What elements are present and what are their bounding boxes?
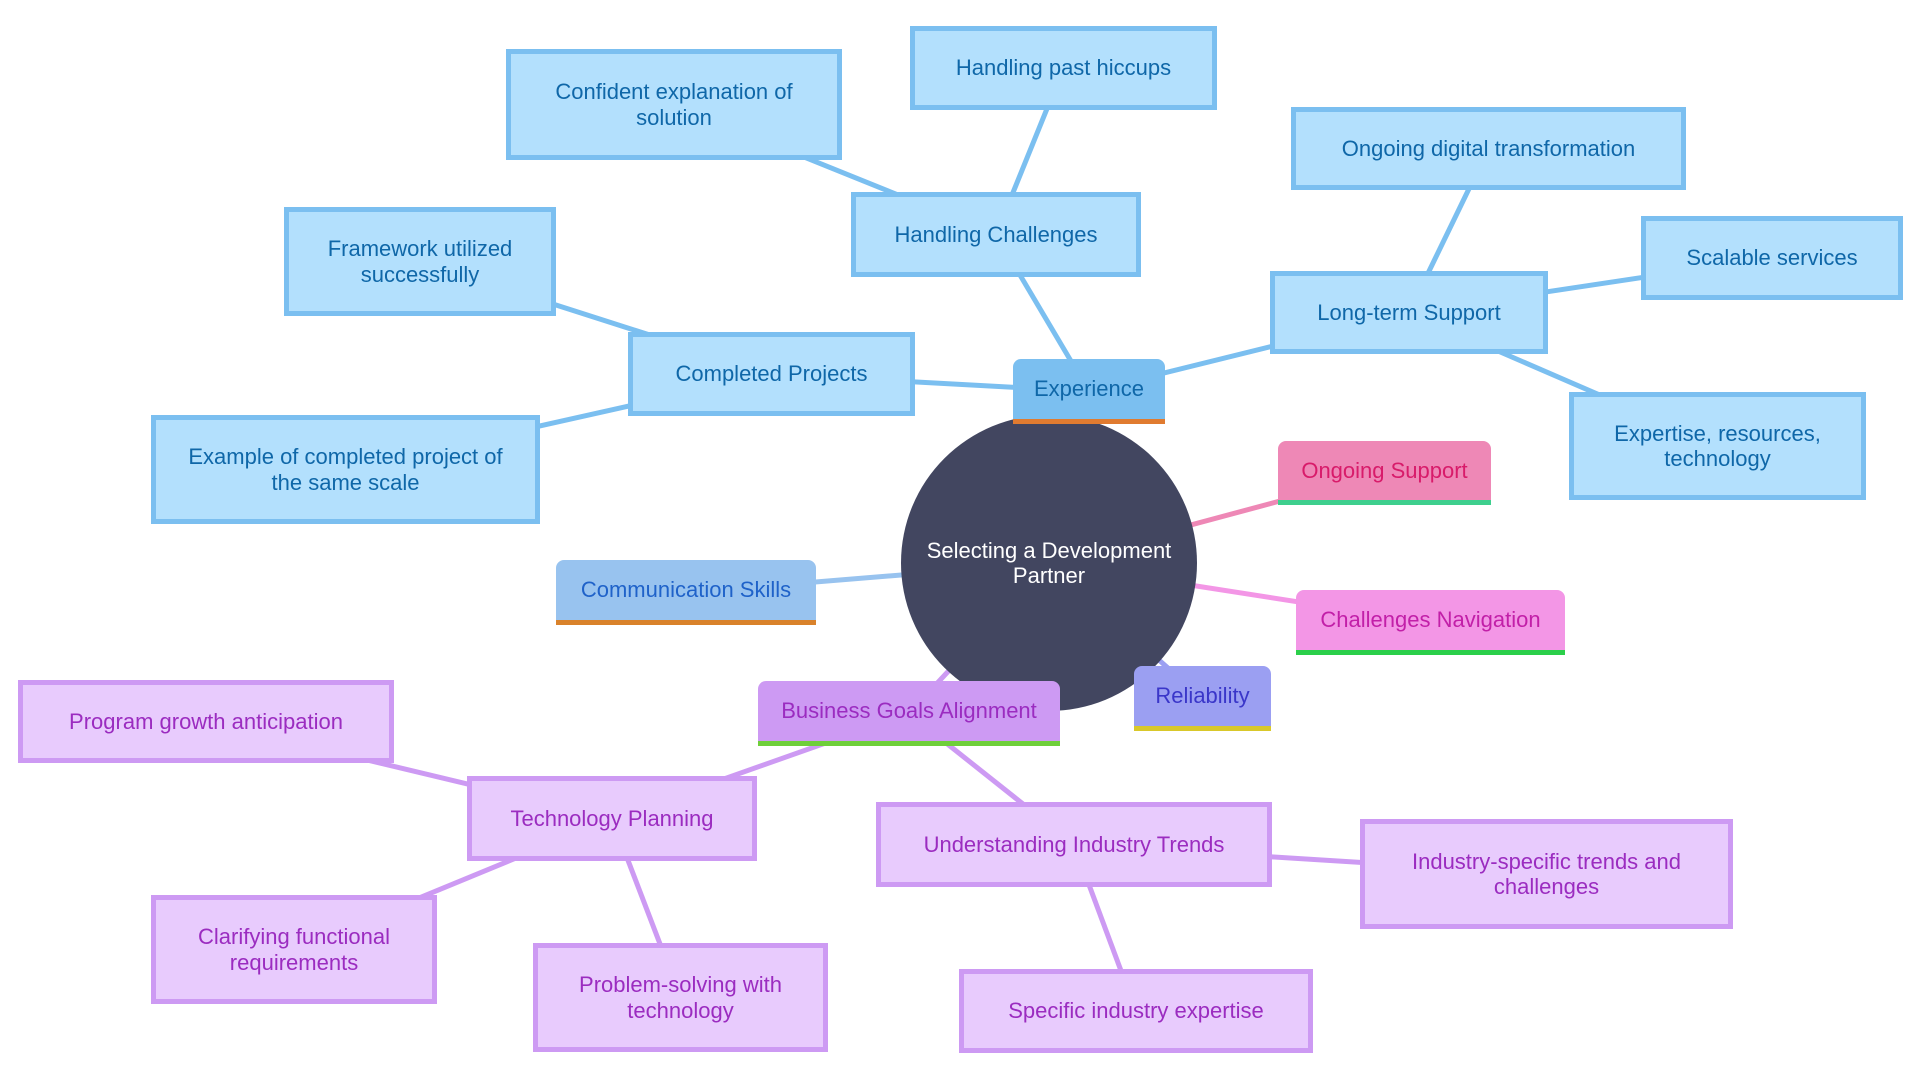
node-understanding-industry-trends[interactable]: Understanding Industry Trends [876, 802, 1272, 887]
node-scalable-services[interactable]: Scalable services [1641, 216, 1903, 300]
node-label: Handling past hiccups [955, 55, 1172, 81]
root-node-label: Selecting a Development Partner [926, 537, 1172, 588]
node-label: Expertise, resources, technology [1614, 420, 1821, 471]
node-industry-specific-trends[interactable]: Industry-specific trends and challenges [1360, 819, 1733, 929]
node-technology-planning[interactable]: Technology Planning [467, 776, 757, 861]
node-confident-explanation[interactable]: Confident explanation of solution [506, 49, 842, 160]
node-label: Framework utilized successfully [327, 236, 513, 287]
node-clarifying-functional-requirements[interactable]: Clarifying functional requirements [151, 895, 437, 1004]
node-label: Ongoing digital transformation [1341, 135, 1636, 161]
node-problem-solving-with-technology[interactable]: Problem-solving with technology [533, 943, 828, 1052]
node-challenges-navigation[interactable]: Challenges Navigation [1296, 590, 1565, 655]
node-handling-challenges[interactable]: Handling Challenges [851, 192, 1141, 277]
node-label: Problem-solving with technology [579, 972, 782, 1023]
node-label: Technology Planning [510, 805, 714, 831]
node-label: Example of completed project of the same… [188, 444, 503, 495]
node-label: Communication Skills [580, 577, 792, 603]
node-specific-industry-expertise[interactable]: Specific industry expertise [959, 969, 1313, 1053]
node-long-term-support[interactable]: Long-term Support [1270, 271, 1548, 354]
node-label: Clarifying functional requirements [198, 924, 390, 975]
node-label: Reliability [1155, 683, 1250, 709]
node-label: Handling Challenges [894, 221, 1098, 247]
node-ongoing-support[interactable]: Ongoing Support [1278, 441, 1491, 505]
node-label: Understanding Industry Trends [923, 831, 1225, 857]
node-handling-past-hiccups[interactable]: Handling past hiccups [910, 26, 1217, 110]
node-label: Scalable services [1686, 245, 1858, 271]
node-label: Business Goals Alignment [781, 698, 1037, 724]
node-reliability[interactable]: Reliability [1134, 666, 1271, 731]
node-label: Ongoing Support [1301, 457, 1468, 483]
node-framework-utilized[interactable]: Framework utilized successfully [284, 207, 556, 316]
node-experience[interactable]: Experience [1013, 359, 1165, 424]
node-program-growth-anticipation[interactable]: Program growth anticipation [18, 680, 394, 763]
node-label: Long-term Support [1317, 299, 1501, 325]
node-ongoing-digital-transformation[interactable]: Ongoing digital transformation [1291, 107, 1686, 190]
node-communication-skills[interactable]: Communication Skills [556, 560, 816, 625]
node-completed-projects[interactable]: Completed Projects [628, 332, 915, 416]
node-business-goals-alignment[interactable]: Business Goals Alignment [758, 681, 1060, 746]
node-label: Industry-specific trends and challenges [1411, 848, 1682, 899]
node-label: Program growth anticipation [69, 708, 343, 734]
node-label: Experience [1033, 376, 1145, 402]
node-label: Challenges Navigation [1320, 607, 1541, 633]
node-example-completed-project[interactable]: Example of completed project of the same… [151, 415, 540, 524]
node-label: Completed Projects [675, 361, 868, 387]
node-label: Specific industry expertise [1008, 998, 1264, 1024]
node-expertise-resources-technology[interactable]: Expertise, resources, technology [1569, 392, 1866, 500]
node-label: Confident explanation of solution [555, 79, 793, 130]
